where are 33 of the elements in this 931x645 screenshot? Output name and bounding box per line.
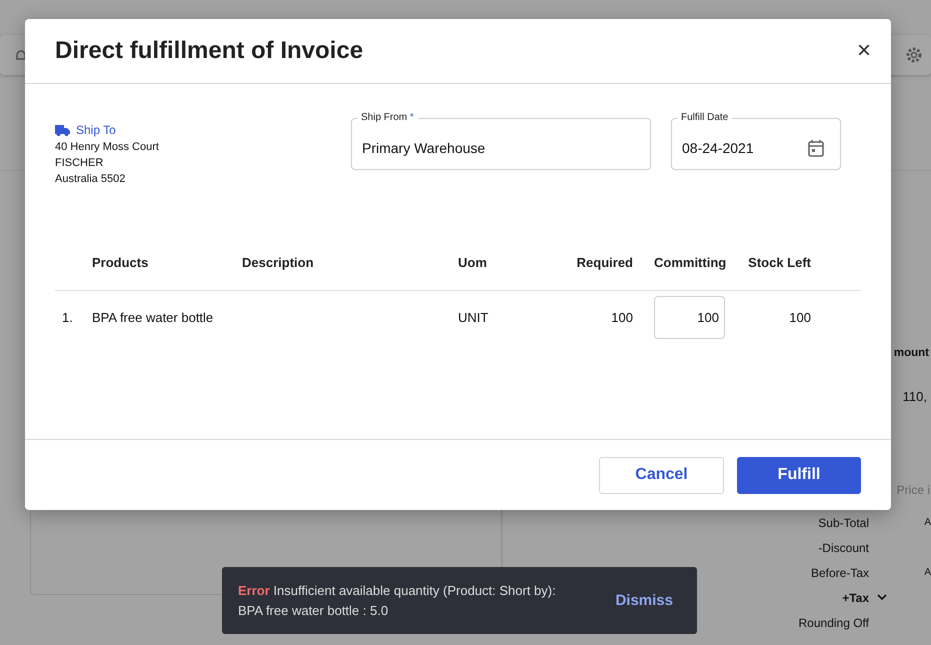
summary-label: -Discount [818, 540, 869, 554]
column-header: Uom [458, 255, 488, 270]
cancel-button[interactable]: Cancel [599, 456, 724, 494]
summary-value: A [923, 517, 931, 528]
column-header: Committing [653, 255, 728, 270]
column-header: mount [894, 347, 929, 361]
price-note: Price i [896, 483, 930, 497]
ship-to-label: Ship To [76, 123, 116, 137]
dismiss-button[interactable]: Dismiss [615, 592, 673, 609]
row-number: 1. [61, 310, 74, 325]
dialog-title: Direct fulfillment of Invoice [55, 37, 364, 65]
column-header: Products [92, 255, 150, 270]
address-line: Australia 5502 [55, 172, 126, 187]
column-header: Description [242, 255, 315, 270]
committing-input[interactable]: 100 [654, 296, 725, 339]
table-cell: 110, [902, 389, 927, 404]
column-header: Stock Left [747, 255, 812, 270]
field-label: Ship From * [357, 112, 418, 124]
summary-label: Sub-Total [818, 516, 869, 530]
close-button[interactable]: × [856, 39, 871, 63]
summary-label: +Tax [842, 590, 869, 604]
summary-label: Before-Tax [810, 566, 869, 580]
address-line: 40 Henry Moss Court [55, 140, 160, 155]
summary-value: A [923, 567, 931, 578]
summary-label: Rounding Off [798, 616, 869, 630]
error-message: Error Insufficient available quantity (Product: Short by): BPA free water bottle : 5.0 [238, 582, 557, 620]
stock-left-cell-text: 100 [788, 310, 812, 325]
product-cell-text: BPA free water bottle [92, 310, 214, 325]
fulfill-button[interactable]: Fulfill [737, 456, 861, 494]
uom-cell-text: UNIT [458, 310, 490, 325]
column-header: Required [576, 255, 633, 270]
address-line: FISCHER [55, 156, 104, 171]
required-cell-text: 100 [610, 310, 633, 325]
